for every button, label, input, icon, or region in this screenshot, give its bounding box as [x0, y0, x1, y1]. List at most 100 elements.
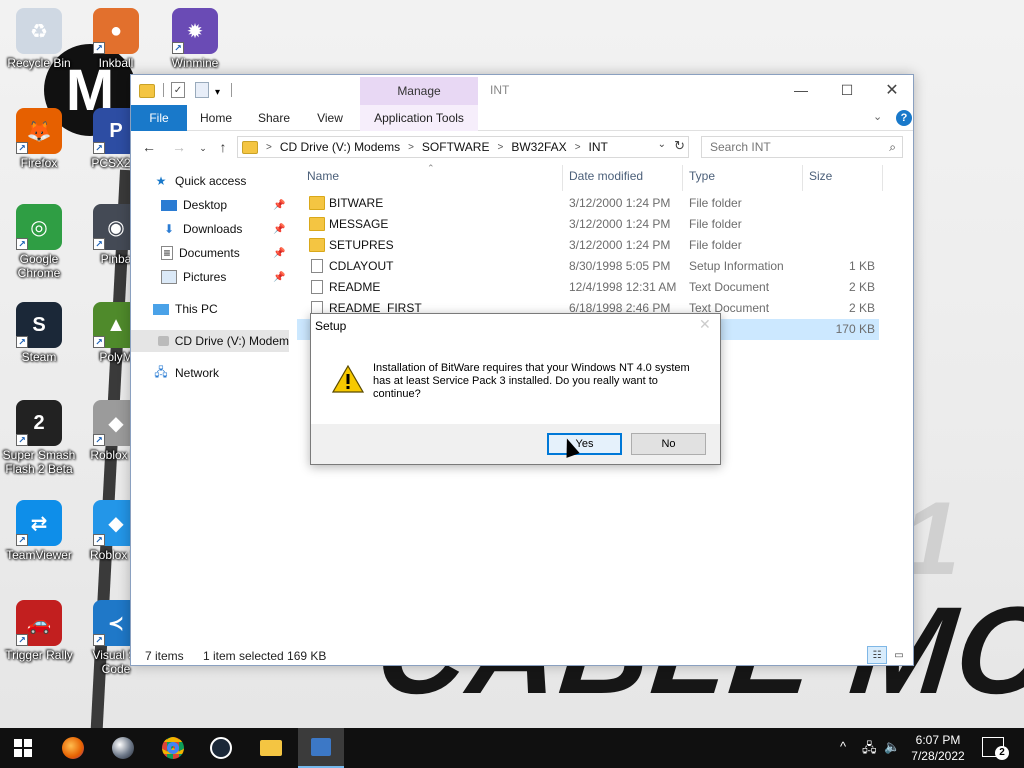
desktop-icon[interactable]: 2 ↗ Super Smash Flash 2 Beta [1, 400, 77, 476]
desktop-icon[interactable]: ✹ ↗ Winmine [157, 8, 233, 70]
file-row[interactable]: README 12/4/1998 12:31 AM Text Document 2 K… [297, 277, 879, 298]
nav-cd-drive[interactable]: CD Drive (V:) Modem [131, 330, 289, 352]
column-divider[interactable] [882, 165, 883, 191]
address-dropdown-icon[interactable]: ⌄ [658, 139, 666, 150]
show-hidden-icons-chevron-icon[interactable]: ^ [840, 739, 846, 754]
tab-home[interactable]: Home [189, 105, 243, 131]
nav-documents[interactable]: ≡ Documents 📌 [161, 242, 285, 264]
status-bar: 7 items 1 item selected 169 KB ☷ ▭ [131, 645, 913, 665]
file-row[interactable]: SETUPRES 3/12/2000 1:24 PM File folder [297, 235, 879, 256]
file-name: README [329, 280, 381, 294]
column-divider[interactable] [562, 165, 563, 191]
nav-this-pc[interactable]: This PC [153, 298, 218, 320]
sort-ascending-icon: ⌃ [427, 163, 435, 173]
nav-downloads[interactable]: ⬇ Downloads 📌 [161, 218, 285, 240]
address-bar[interactable]: > CD Drive (V:) Modems > SOFTWARE > BW32… [237, 136, 689, 158]
close-button[interactable]: ✕ [869, 75, 915, 105]
file-name: CDLAYOUT [329, 259, 394, 273]
column-divider[interactable] [682, 165, 683, 191]
tab-share[interactable]: Share [247, 105, 301, 131]
action-center-icon[interactable]: 2 [982, 737, 1009, 760]
app-icon: ✹ ↗ [172, 8, 218, 54]
expand-ribbon-chevron-icon[interactable]: ⌄ [873, 110, 882, 123]
back-arrow-icon[interactable]: ← [139, 138, 159, 156]
column-header-size[interactable]: Size [809, 169, 832, 187]
chevron-right-icon[interactable]: > [408, 142, 414, 153]
nav-pictures[interactable]: Pictures 📌 [161, 266, 285, 288]
desktop-icon[interactable]: ● ↗ Inkball [78, 8, 154, 70]
forward-arrow-icon[interactable]: → [169, 138, 189, 156]
breadcrumb-software[interactable]: SOFTWARE [422, 140, 490, 154]
nav-quick-access[interactable]: ★ Quick access [153, 170, 247, 192]
shortcut-arrow-icon: ↗ [93, 336, 105, 348]
shortcut-arrow-icon: ↗ [172, 42, 184, 54]
desktop-icon[interactable]: ♻ Recycle Bin [1, 8, 77, 70]
column-header-date[interactable]: Date modified [569, 169, 643, 187]
help-icon[interactable]: ? [896, 110, 912, 126]
large-icons-view-icon[interactable]: ▭ [889, 646, 909, 664]
desktop-icon[interactable]: 🚗 ↗ Trigger Rally [1, 600, 77, 662]
properties-icon[interactable]: ✓ [171, 82, 185, 98]
desktop-icon[interactable]: S ↗ Steam [1, 302, 77, 364]
taskbar-pinball[interactable] [100, 728, 146, 768]
details-view-icon[interactable]: ☷ [867, 646, 887, 664]
file-row[interactable]: MESSAGE 3/12/2000 1:24 PM File folder [297, 214, 879, 235]
desktop-icon-label: Steam [21, 350, 57, 364]
network-icon: 🖧 [154, 364, 168, 379]
up-arrow-icon[interactable]: ↑ [213, 138, 233, 156]
taskbar-setup-app[interactable] [298, 728, 344, 768]
column-header-type[interactable]: Type [689, 169, 715, 187]
minimize-button[interactable]: — [778, 75, 824, 105]
shortcut-arrow-icon: ↗ [93, 434, 105, 446]
file-row[interactable]: CDLAYOUT 8/30/1998 5:05 PM Setup Informati… [297, 256, 879, 277]
network-icon[interactable]: 🖧 [862, 739, 877, 761]
taskbar-file-explorer[interactable] [248, 728, 294, 768]
app-icon: 2 ↗ [16, 400, 62, 446]
file-size: 2 KB [848, 280, 875, 294]
file-row[interactable]: BITWARE 3/12/2000 1:24 PM File folder [297, 193, 879, 214]
clock[interactable]: 6:07 PM 7/28/2022 [900, 732, 976, 764]
column-divider[interactable] [802, 165, 803, 191]
title-bar[interactable]: ✓ ▾ Manage INT — ☐ ✕ [131, 75, 913, 105]
start-button[interactable] [0, 728, 46, 768]
pin-icon: 📌 [273, 199, 286, 211]
setup-dialog[interactable]: Setup ✕ Installation of BitWare requires… [310, 313, 721, 465]
column-header-name[interactable]: Name [307, 169, 339, 187]
desktop-icon[interactable]: ⇄ ↗ TeamViewer [1, 500, 77, 562]
chevron-right-icon[interactable]: > [575, 142, 581, 153]
breadcrumb-cd-drive[interactable]: CD Drive (V:) Modems [280, 140, 400, 154]
taskbar-steam[interactable] [198, 728, 244, 768]
firefox-icon [62, 737, 84, 759]
taskbar-firefox[interactable] [50, 728, 96, 768]
close-icon[interactable]: ✕ [699, 316, 711, 333]
volume-icon[interactable]: 🔈 [884, 739, 900, 755]
taskbar-chrome[interactable] [150, 728, 196, 768]
nav-desktop[interactable]: Desktop 📌 [161, 194, 285, 216]
desktop-icon-label: Inkball [98, 56, 134, 70]
chevron-right-icon[interactable]: > [497, 142, 503, 153]
tab-view[interactable]: View [305, 105, 355, 131]
customize-toolbar-icon[interactable]: ▾ [215, 83, 220, 101]
recent-locations-chevron-icon[interactable]: ⌄ [193, 139, 213, 157]
windows-logo-icon [14, 739, 32, 757]
chrome-icon [162, 737, 184, 759]
nav-network[interactable]: 🖧 Network [153, 362, 219, 384]
refresh-icon[interactable]: ↻ [674, 138, 685, 154]
dialog-button-bar: Yes No [311, 424, 720, 464]
desktop-icon[interactable]: 🦊 ↗ Firefox [1, 108, 77, 170]
breadcrumb-bw32fax[interactable]: BW32FAX [511, 140, 566, 154]
search-icon[interactable]: ⌕ [889, 140, 896, 155]
desktop-icon[interactable]: ◎ ↗ Google Chrome [1, 204, 77, 280]
tab-file[interactable]: File [131, 105, 187, 131]
tab-application-tools[interactable]: Application Tools [360, 105, 478, 131]
no-button[interactable]: No [631, 433, 706, 455]
yes-button[interactable]: Yes [547, 433, 622, 455]
manage-context-tab[interactable]: Manage [360, 77, 478, 105]
maximize-button[interactable]: ☐ [824, 75, 870, 105]
cd-drive-icon [158, 336, 169, 346]
search-input[interactable]: Search INT ⌕ [701, 136, 903, 158]
shortcut-arrow-icon: ↗ [93, 238, 105, 250]
shortcut-arrow-icon: ↗ [93, 42, 105, 54]
new-folder-icon[interactable] [195, 82, 209, 98]
breadcrumb-int[interactable]: INT [589, 140, 608, 154]
